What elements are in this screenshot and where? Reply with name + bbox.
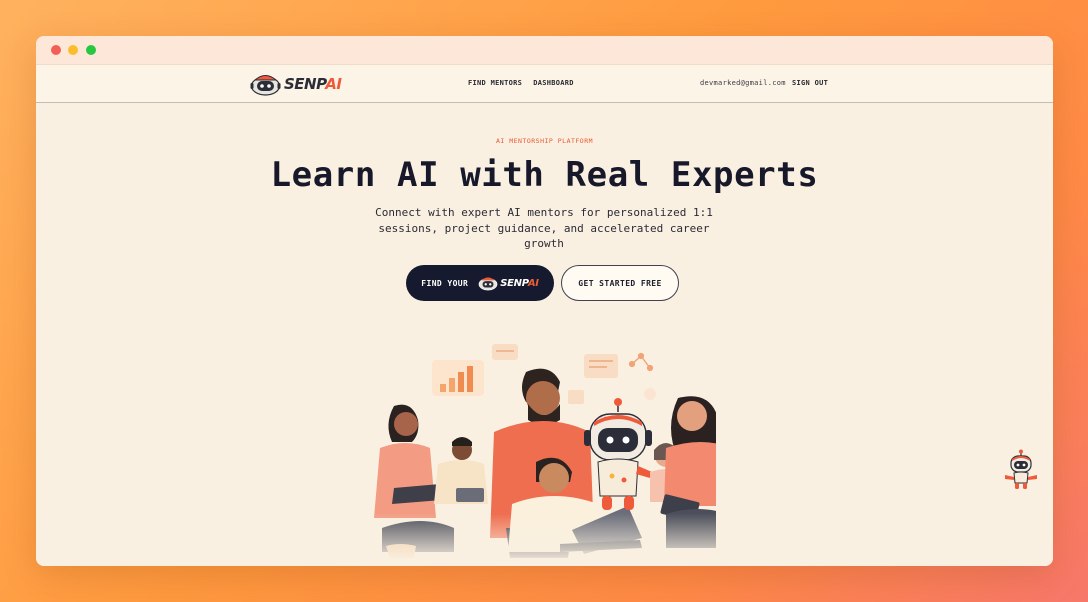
site-navbar: SENPAI FIND MENTORS DASHBOARD devmarked@… (36, 64, 1053, 103)
maximize-window-button[interactable] (86, 45, 96, 55)
hero-section: AI MENTORSHIP PLATFORM Learn AI with Rea… (36, 103, 1053, 566)
logo-link[interactable]: SENPAI (250, 71, 342, 97)
nav-links: FIND MENTORS DASHBOARD (468, 79, 574, 87)
minimize-window-button[interactable] (68, 45, 78, 55)
hero-illustration (336, 338, 716, 563)
hero-headline: Learn AI with Real Experts (270, 155, 819, 195)
browser-window: SENPAI FIND MENTORS DASHBOARD devmarked@… (36, 36, 1053, 566)
hero-eyebrow: AI MENTORSHIP PLATFORM (495, 137, 594, 145)
logo-wordmark-accent: AI (325, 75, 342, 93)
nav-link-dashboard[interactable]: DASHBOARD (533, 79, 574, 87)
logo-wordmark-prefix: SENP (284, 75, 326, 93)
cta-brand-wordmark: SENPAI (500, 278, 539, 289)
find-your-label: FIND YOUR (421, 278, 469, 288)
sign-out-button[interactable]: SIGN OUT (792, 79, 828, 87)
cta-brand-prefix: SENP (500, 277, 528, 289)
cta-brand-accent: AI (527, 277, 539, 289)
find-your-senpai-button[interactable]: FIND YOUR SENPAI (406, 265, 554, 301)
user-email: devmarked@gmail.com (700, 79, 786, 87)
robot-assistant-icon[interactable] (1003, 449, 1039, 491)
logo-wordmark: SENPAI (284, 75, 342, 93)
browser-titlebar (36, 36, 1053, 64)
get-started-free-button[interactable]: GET STARTED FREE (561, 265, 679, 301)
close-window-button[interactable] (51, 45, 61, 55)
nav-link-find-mentors[interactable]: FIND MENTORS (468, 79, 522, 87)
cta-brand-logo: SENPAI (478, 275, 539, 291)
robot-head-icon (250, 75, 281, 96)
robot-head-icon (478, 277, 498, 291)
hero-subhead: Connect with expert AI mentors for perso… (375, 206, 713, 250)
